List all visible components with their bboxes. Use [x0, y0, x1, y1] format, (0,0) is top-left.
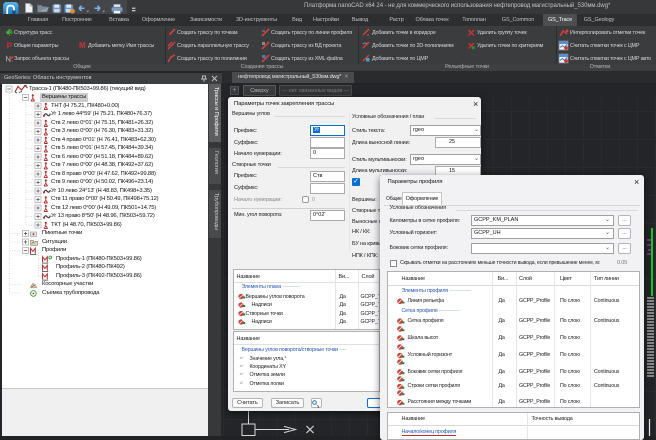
svg-text:М: М — [79, 41, 86, 50]
svg-text:Р: Р — [7, 41, 13, 51]
